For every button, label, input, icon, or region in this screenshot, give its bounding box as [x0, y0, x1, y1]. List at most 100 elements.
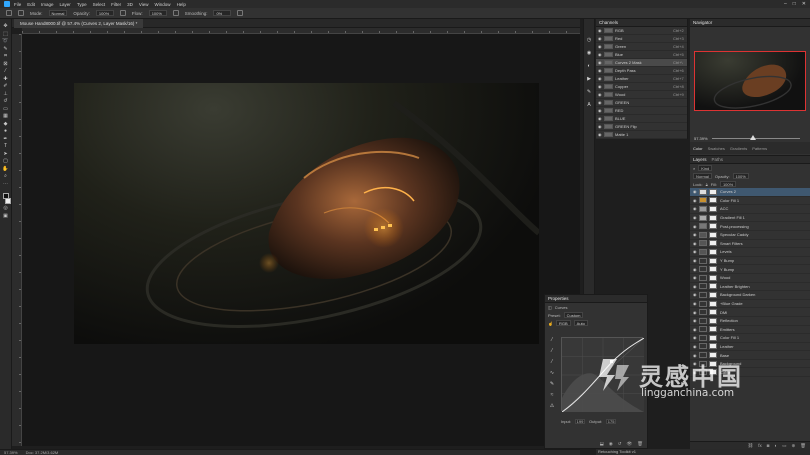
tab-gradients[interactable]: Gradients	[730, 146, 747, 151]
layer-mask-thumbnail[interactable]	[709, 188, 717, 195]
output-value[interactable]: 175	[606, 419, 617, 424]
eye-icon[interactable]: ◉	[598, 108, 602, 113]
history-brush-icon[interactable]: ↺	[2, 98, 9, 105]
layer-mask-thumbnail[interactable]	[709, 205, 717, 212]
menu-filter[interactable]: Filter	[111, 2, 121, 7]
screen-mode-icon[interactable]: ▣	[2, 213, 9, 220]
channels-tab[interactable]: Channels	[599, 20, 618, 25]
fx-icon[interactable]: fx	[758, 443, 762, 448]
maximize-button[interactable]: □	[793, 1, 796, 7]
navigator-preview[interactable]	[694, 51, 806, 111]
channel-row[interactable]: ◉ GREEN	[596, 99, 687, 107]
quick-select-tool-icon[interactable]: ✎	[2, 46, 9, 53]
layer-row[interactable]: ◉ +Blue Grade	[690, 300, 810, 309]
tab-swatches[interactable]: Swatches	[708, 146, 725, 151]
smoothing-input[interactable]: 0%	[213, 10, 232, 16]
auto-button[interactable]: Auto	[573, 320, 588, 326]
navigator-tab[interactable]: Navigator	[693, 20, 712, 25]
eye-icon[interactable]: ◉	[598, 116, 602, 121]
new-layer-icon[interactable]: ⊕	[792, 443, 796, 449]
curve-pencil-icon[interactable]: ✎	[550, 381, 554, 387]
blend-mode-select[interactable]: Normal	[693, 173, 712, 179]
eye-icon[interactable]: ◉	[598, 76, 602, 81]
layer-row[interactable]: ◉ Curves 2	[690, 188, 810, 197]
tab-layers[interactable]: Layers	[693, 157, 707, 162]
blur-tool-icon[interactable]: ◆	[2, 121, 9, 128]
stamp-tool-icon[interactable]: ⊥	[2, 91, 9, 98]
eye-icon[interactable]: ◉	[598, 84, 602, 89]
layer-row[interactable]: ◉ Gradient Fill 1	[690, 214, 810, 223]
navigator-zoom-value[interactable]: 57.39%	[694, 136, 708, 141]
pressure-opacity-icon[interactable]	[119, 10, 126, 16]
layer-mask-thumbnail[interactable]	[709, 257, 717, 264]
gear-icon[interactable]	[237, 10, 244, 16]
zoom-tool-icon[interactable]: ⌕	[2, 173, 9, 180]
tab-color[interactable]: Color	[693, 146, 703, 151]
layer-mask-thumbnail[interactable]	[709, 317, 717, 324]
layer-opacity-input[interactable]: 100%	[732, 173, 749, 179]
channel-row[interactable]: ◉ Green Ctrl+4	[596, 43, 687, 51]
layer-row[interactable]: ◉ Y Bump	[690, 265, 810, 274]
layer-mask-thumbnail[interactable]	[709, 300, 717, 307]
gradient-tool-icon[interactable]: ▦	[2, 113, 9, 120]
layer-mask-thumbnail[interactable]	[709, 223, 717, 230]
new-group-icon[interactable]: ▭	[782, 443, 786, 449]
layer-row[interactable]: ◉ Leather	[690, 343, 810, 352]
layer-row[interactable]: ◉ Color Fill 1	[690, 197, 810, 206]
path-select-tool-icon[interactable]: ➤	[2, 151, 9, 158]
menu-type[interactable]: Type	[77, 2, 87, 7]
layer-fill-input[interactable]: 100%	[719, 181, 737, 187]
frame-tool-icon[interactable]: ⊠	[2, 61, 9, 68]
mode-select[interactable]: Normal	[48, 10, 68, 16]
layer-mask-thumbnail[interactable]	[709, 240, 717, 247]
menu-file[interactable]: File	[14, 2, 21, 7]
eye-icon[interactable]: ◉	[598, 60, 602, 65]
white-point-eyedropper-icon[interactable]: ⁄	[552, 359, 553, 365]
tab-paths[interactable]: Paths	[712, 157, 724, 162]
brush-settings-icon[interactable]	[18, 10, 24, 16]
document-tab[interactable]: Mouse Hand8000.tif @ 57.4% (Curves 2, La…	[14, 19, 144, 28]
airbrush-icon[interactable]	[172, 10, 179, 16]
navigator-slider-handle[interactable]	[750, 135, 756, 140]
properties-tab[interactable]: Properties	[548, 296, 569, 301]
layer-row[interactable]: ◉ Background Darken	[690, 291, 810, 300]
flow-input[interactable]: 100%	[148, 10, 167, 16]
smooth-curve-icon[interactable]: ≈	[551, 392, 554, 398]
move-tool-icon[interactable]: ✥	[2, 23, 9, 30]
layer-mask-thumbnail[interactable]	[709, 334, 717, 341]
marquee-tool-icon[interactable]: ⬚	[2, 31, 9, 38]
type-tool-icon[interactable]: T	[2, 143, 9, 150]
document-canvas[interactable]	[74, 83, 539, 344]
menu-view[interactable]: View	[139, 2, 149, 7]
photoshop-logo-icon[interactable]	[4, 1, 10, 7]
actions-icon[interactable]: ▶	[586, 76, 593, 83]
eye-icon[interactable]: ◉	[598, 132, 602, 137]
layer-row[interactable]: ◉ Specular Caddy	[690, 231, 810, 240]
layer-mask-thumbnail[interactable]	[709, 283, 717, 290]
add-mask-icon[interactable]: ◙	[767, 443, 770, 448]
link-layers-icon[interactable]: ⛓	[748, 443, 754, 449]
eye-icon[interactable]: ◉	[598, 36, 602, 41]
layer-row[interactable]: ◉ Levels	[690, 248, 810, 257]
on-image-adjust-icon[interactable]: ☝	[548, 321, 553, 326]
clipping-warning-icon[interactable]: ⚠	[550, 403, 554, 409]
layer-mask-thumbnail[interactable]	[709, 309, 717, 316]
channel-row[interactable]: ◉ Curves 2 Mask Ctrl+\	[596, 59, 687, 67]
eye-icon[interactable]: ◉	[598, 124, 602, 129]
layer-row[interactable]: ◉ Leather Brighten	[690, 283, 810, 292]
layer-mask-thumbnail[interactable]	[709, 343, 717, 350]
layer-filter-kind[interactable]: Kind	[698, 165, 713, 171]
layer-row[interactable]: ◉ Emitters	[690, 326, 810, 335]
channel-row[interactable]: ◉ Matte 1	[596, 131, 687, 139]
channel-row[interactable]: ◉ Wood Ctrl+9	[596, 91, 687, 99]
clip-to-layer-icon[interactable]: ⬓	[600, 441, 604, 447]
doc-size-readout[interactable]: Doc: 37.2M/3.62M	[26, 450, 59, 455]
menu-help[interactable]: Help	[177, 2, 186, 7]
menu-edit[interactable]: Edit	[27, 2, 35, 7]
layer-row[interactable]: ◉ DMI	[690, 308, 810, 317]
eye-icon[interactable]: ◉	[598, 92, 602, 97]
close-button[interactable]: ✕	[802, 1, 806, 7]
visibility-icon[interactable]: 👁︎	[627, 441, 633, 447]
layer-row[interactable]: ◉ Reflection	[690, 317, 810, 326]
trash-icon[interactable]: 🗑︎	[800, 443, 806, 449]
